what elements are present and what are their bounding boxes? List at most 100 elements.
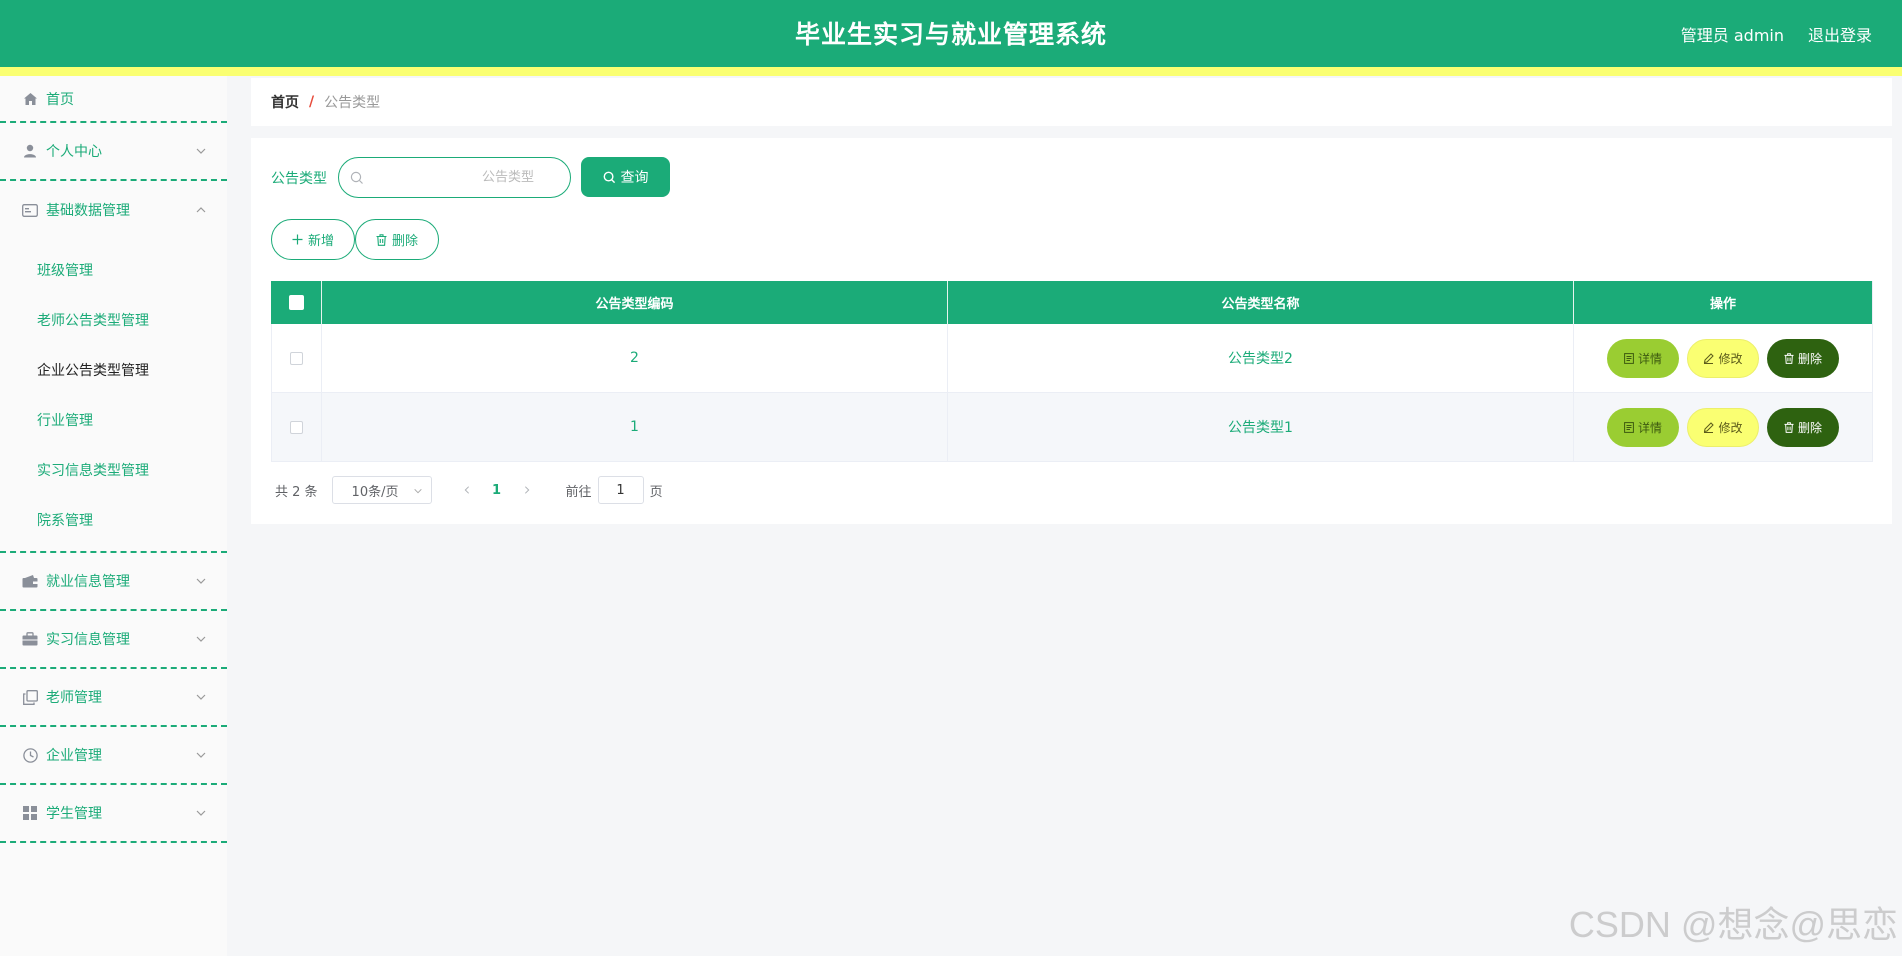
chevron-down-icon bbox=[196, 810, 206, 816]
column-header-actions: 操作 bbox=[1574, 281, 1873, 324]
detail-button-label: 详情 bbox=[1637, 351, 1662, 366]
copy-icon bbox=[22, 689, 38, 705]
plus-icon bbox=[292, 234, 303, 245]
chevron-down-icon bbox=[196, 752, 206, 758]
goto-page-input[interactable] bbox=[597, 476, 644, 504]
goto-prefix: 前往 bbox=[565, 484, 592, 500]
chevron-down-icon bbox=[196, 148, 206, 154]
chevron-down-icon bbox=[413, 488, 422, 494]
sidebar-subitem-class[interactable]: 班级管理 bbox=[0, 245, 227, 295]
row-select-cell bbox=[271, 393, 322, 462]
search-label: 公告类型 bbox=[271, 171, 327, 187]
document-icon bbox=[1624, 352, 1634, 364]
sidebar-item-label: 个人中心 bbox=[46, 144, 102, 160]
sidebar-item-employment-info[interactable]: 就业信息管理 bbox=[0, 553, 227, 611]
sidebar-item-label: 实习信息管理 bbox=[46, 632, 130, 648]
sidebar-item-teacher[interactable]: 老师管理 bbox=[0, 669, 227, 727]
detail-button-label: 详情 bbox=[1637, 420, 1662, 435]
trash-icon bbox=[1784, 421, 1794, 433]
trash-icon bbox=[376, 233, 387, 246]
edit-icon bbox=[1704, 421, 1715, 433]
delete-button[interactable]: 删除 bbox=[1767, 338, 1839, 378]
sidebar-item-label: 老师管理 bbox=[46, 690, 102, 706]
delete-button-label: 删除 bbox=[1797, 351, 1822, 366]
chevron-down-icon bbox=[196, 694, 206, 700]
trash-icon bbox=[1784, 352, 1794, 364]
clock-icon bbox=[22, 747, 38, 763]
sidebar-item-label: 基础数据管理 bbox=[46, 203, 130, 219]
search-field[interactable] bbox=[338, 157, 571, 198]
select-all-checkbox[interactable] bbox=[288, 295, 304, 310]
row-checkbox[interactable] bbox=[290, 351, 303, 365]
sidebar-item-basic-data[interactable]: 基础数据管理 bbox=[0, 181, 227, 239]
sidebar-item-student[interactable]: 学生管理 bbox=[0, 785, 227, 843]
page-size-select[interactable]: 10条/页 bbox=[331, 476, 432, 504]
top-header: 毕业生实习与就业管理系统 管理员 admin 退出登录 bbox=[0, 0, 1902, 67]
breadcrumb-current: 公告类型 bbox=[324, 95, 381, 111]
logout-link[interactable]: 退出登录 bbox=[1808, 22, 1872, 46]
search-icon bbox=[350, 171, 363, 184]
goto-suffix: 页 bbox=[649, 484, 663, 500]
home-icon bbox=[22, 91, 38, 107]
delete-button-label: 删除 bbox=[1797, 420, 1822, 435]
sidebar-item-home[interactable]: 首页 bbox=[0, 76, 227, 123]
header-select-all-cell bbox=[271, 281, 322, 324]
header-accent-stripe bbox=[0, 67, 1902, 76]
breadcrumb-home[interactable]: 首页 bbox=[271, 92, 299, 112]
sidebar-subitem-internship-type[interactable]: 实习信息类型管理 bbox=[0, 445, 227, 495]
pagination: 共 2 条 10条/页 1 前往 页 bbox=[271, 476, 663, 504]
app-title: 毕业生实习与就业管理系统 bbox=[794, 20, 1107, 49]
table-header-row: 公告类型编码 公告类型名称 操作 bbox=[271, 281, 1873, 324]
sidebar-item-personal-center[interactable]: 个人中心 bbox=[0, 123, 227, 181]
search-input[interactable] bbox=[369, 158, 564, 197]
edit-button[interactable]: 修改 bbox=[1687, 338, 1759, 378]
sidebar-subitem-department[interactable]: 院系管理 bbox=[0, 495, 227, 545]
main-panel: 公告类型 查询 新增 删除 公告类型编码 公告类型名称 操作 2 公告类型2 bbox=[251, 138, 1892, 524]
cell-actions: 详情 修改 删除 bbox=[1574, 393, 1873, 462]
table-row: 1 公告类型1 详情 修改 删除 bbox=[271, 393, 1873, 462]
chevron-left-icon bbox=[464, 486, 469, 494]
watermark: CSDN @想念@思恋 bbox=[1568, 904, 1898, 945]
row-select-cell bbox=[271, 324, 322, 393]
column-header-code[interactable]: 公告类型编码 bbox=[322, 281, 948, 324]
pagination-total: 共 2 条 bbox=[275, 484, 318, 500]
sidebar-subitem-teacher-notice-type[interactable]: 老师公告类型管理 bbox=[0, 295, 227, 345]
row-checkbox[interactable] bbox=[290, 420, 303, 434]
cell-name: 公告类型2 bbox=[948, 324, 1574, 393]
detail-button[interactable]: 详情 bbox=[1607, 338, 1679, 378]
document-icon bbox=[1624, 421, 1634, 433]
detail-button[interactable]: 详情 bbox=[1607, 407, 1679, 447]
sidebar-subitem-company-notice-type[interactable]: 企业公告类型管理 bbox=[0, 345, 227, 395]
prev-page-button[interactable] bbox=[452, 476, 482, 504]
breadcrumb-separator: / bbox=[309, 94, 315, 110]
sidebar-item-label: 学生管理 bbox=[46, 806, 102, 822]
cell-actions: 详情 修改 删除 bbox=[1574, 324, 1873, 393]
next-page-button[interactable] bbox=[512, 476, 542, 504]
sidebar-subitem-industry[interactable]: 行业管理 bbox=[0, 395, 227, 445]
user-icon bbox=[22, 143, 38, 159]
chevron-up-icon bbox=[196, 207, 206, 213]
batch-delete-button[interactable]: 删除 bbox=[355, 219, 439, 260]
sidebar-item-label: 企业管理 bbox=[46, 748, 102, 764]
query-button-label: 查询 bbox=[620, 170, 649, 186]
chevron-down-icon bbox=[196, 578, 206, 584]
add-button-label: 新增 bbox=[307, 234, 334, 249]
grid-icon bbox=[22, 805, 38, 821]
edit-icon bbox=[1704, 352, 1715, 364]
sidebar-item-company[interactable]: 企业管理 bbox=[0, 727, 227, 785]
briefcase-icon bbox=[22, 631, 38, 647]
data-table: 公告类型编码 公告类型名称 操作 2 公告类型2 详情 修改 删除 1 公告类型… bbox=[271, 281, 1873, 462]
query-button[interactable]: 查询 bbox=[581, 157, 670, 197]
cell-name: 公告类型1 bbox=[948, 393, 1574, 462]
page-number[interactable]: 1 bbox=[482, 483, 512, 498]
search-icon bbox=[603, 171, 615, 183]
basic-data-submenu: 班级管理 老师公告类型管理 企业公告类型管理 行业管理 实习信息类型管理 院系管… bbox=[0, 239, 227, 553]
sidebar-item-internship-info[interactable]: 实习信息管理 bbox=[0, 611, 227, 669]
table-row: 2 公告类型2 详情 修改 删除 bbox=[271, 324, 1873, 393]
add-button[interactable]: 新增 bbox=[271, 219, 355, 260]
column-header-name[interactable]: 公告类型名称 bbox=[948, 281, 1574, 324]
delete-button[interactable]: 删除 bbox=[1767, 407, 1839, 447]
batch-delete-button-label: 删除 bbox=[391, 234, 418, 249]
edit-button[interactable]: 修改 bbox=[1687, 407, 1759, 447]
breadcrumb: 首页 / 公告类型 bbox=[251, 78, 1892, 126]
